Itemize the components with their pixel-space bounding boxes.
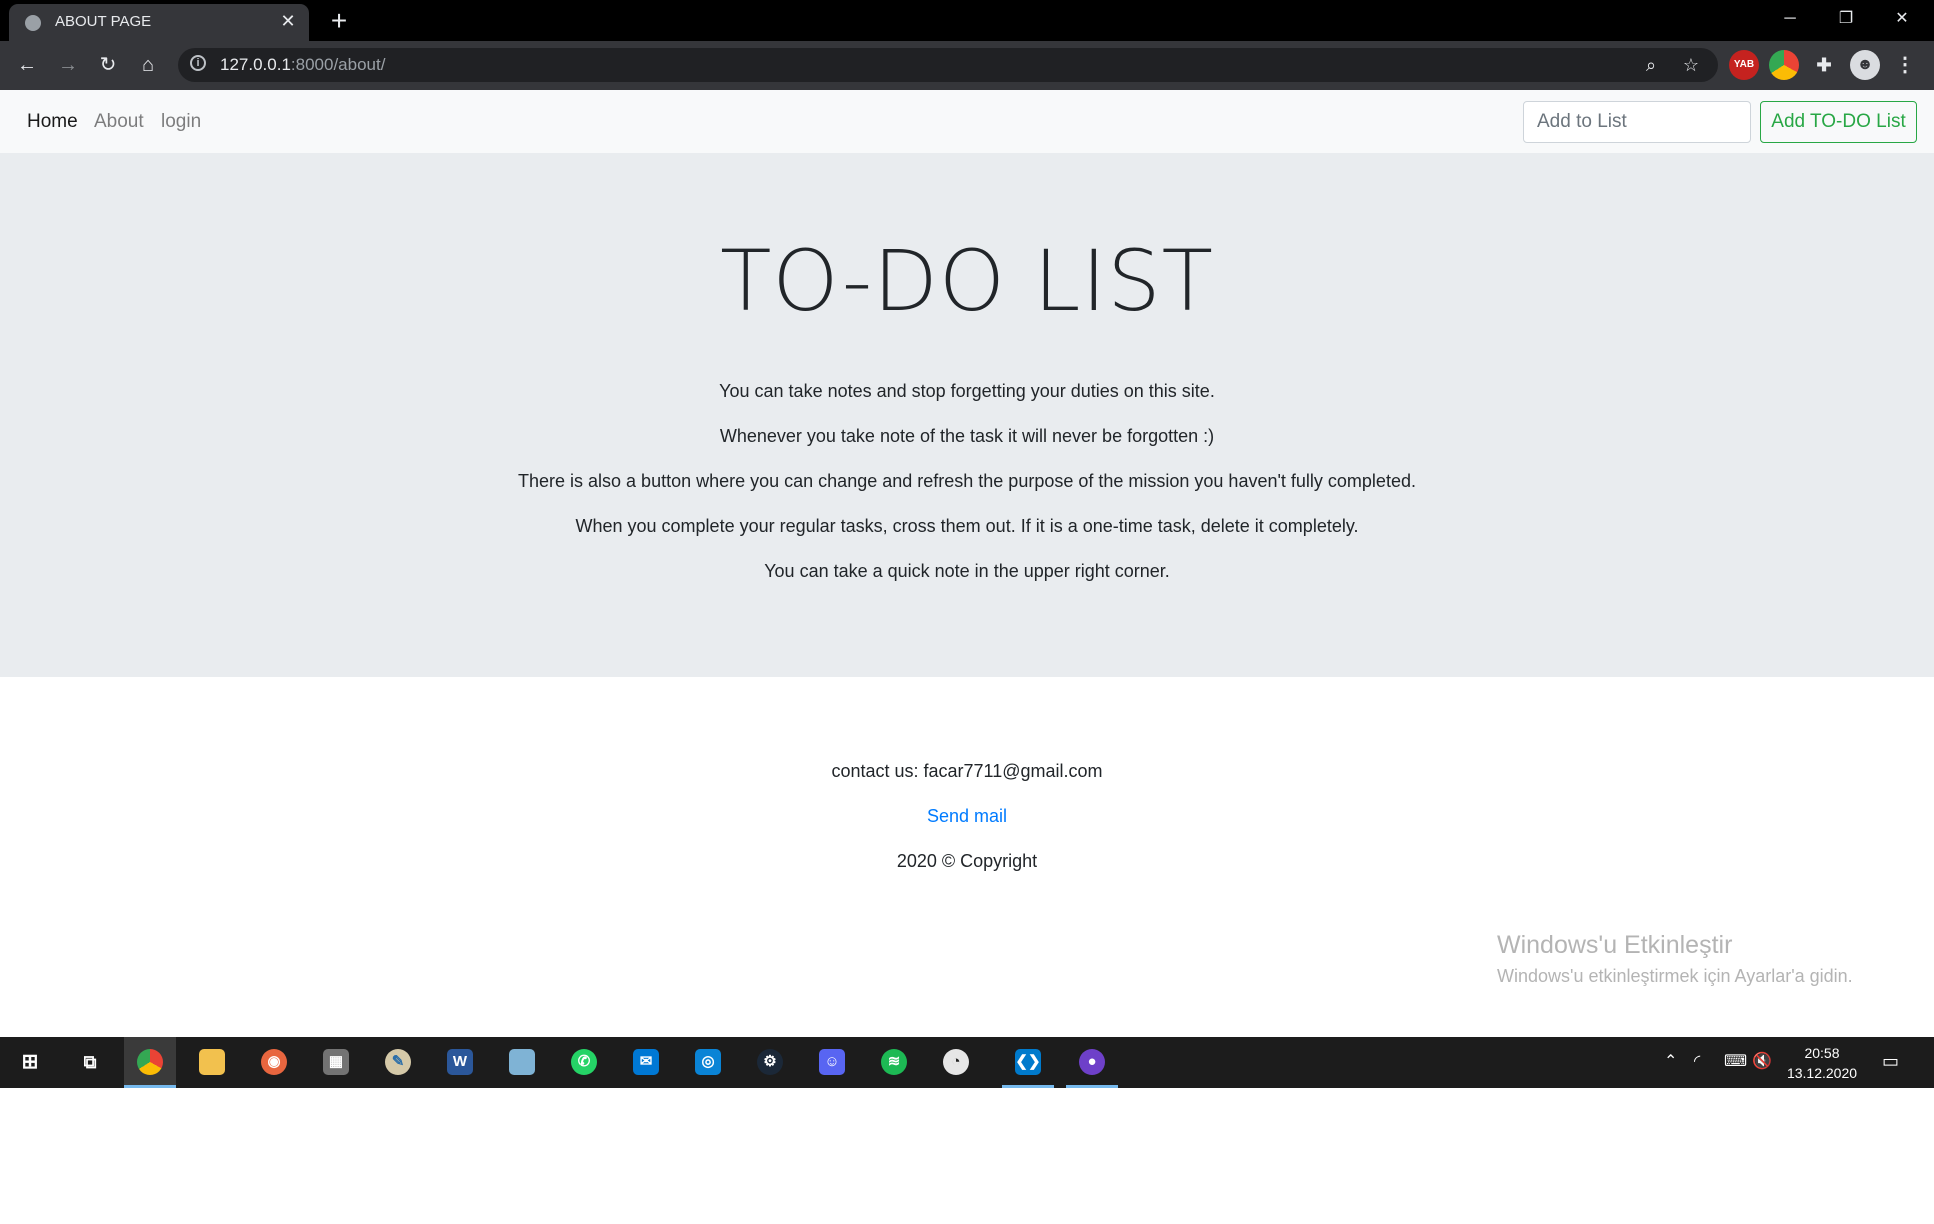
windows-logo-icon: ⊞ — [21, 1051, 39, 1073]
media-player-icon: ◉ — [261, 1049, 287, 1075]
nav-link-login[interactable]: login — [161, 111, 201, 133]
browser-toolbar: ← → ↻ ⌂ i 127.0.0.1:8000/about/ ⌕ ☆ YAB … — [0, 41, 1934, 90]
taskbar-discord[interactable]: ☺ — [806, 1037, 858, 1088]
globe-icon — [25, 15, 41, 31]
minimize-window-button[interactable]: ─ — [1762, 0, 1818, 41]
intro-paragraph: Whenever you take note of the task it wi… — [719, 426, 1215, 446]
address-bar[interactable]: i 127.0.0.1:8000/about/ ⌕ ☆ — [178, 48, 1718, 82]
wifi-icon[interactable]: ◜ — [1694, 1051, 1700, 1071]
folder-icon — [199, 1049, 225, 1075]
site-navbar: Home About login Add TO-DO List — [0, 90, 1934, 153]
kebab-menu-icon[interactable]: ⋮ — [1890, 50, 1920, 80]
restore-window-button[interactable]: ❐ — [1818, 0, 1874, 41]
taskbar-alarms[interactable]: ◔ — [930, 1037, 982, 1088]
chrome-icon — [137, 1049, 163, 1075]
close-tab-icon[interactable]: ✕ — [277, 10, 299, 32]
discord-icon: ☺ — [819, 1049, 845, 1075]
clock-date: 13.12.2020 — [1786, 1065, 1858, 1081]
vscode-icon: ❮❯ — [1015, 1049, 1041, 1075]
intro-paragraph: You can take notes and stop forgetting y… — [719, 381, 1215, 401]
mail-icon: ✉ — [633, 1049, 659, 1075]
bookmark-star-icon[interactable]: ☆ — [1678, 52, 1704, 78]
forward-arrow-icon[interactable]: → — [52, 49, 84, 81]
taskbar-steam[interactable]: ⚙ — [744, 1037, 796, 1088]
yab-extension-icon[interactable]: YAB — [1729, 50, 1759, 80]
home-icon[interactable]: ⌂ — [132, 49, 164, 81]
contact-text: contact us: facar7711@gmail.com — [831, 761, 1103, 781]
close-window-button[interactable]: ✕ — [1874, 0, 1930, 41]
copyright-text: 2020 © Copyright — [896, 851, 1038, 871]
clock-icon: ◔ — [943, 1049, 969, 1075]
calculator-icon: ▦ — [323, 1049, 349, 1075]
back-arrow-icon[interactable]: ← — [11, 49, 43, 81]
start-button[interactable]: ⊞ — [4, 1037, 56, 1088]
word-icon: W — [447, 1049, 473, 1075]
screen: ABOUT PAGE ✕ + ─ ❐ ✕ ← → ↻ ⌂ i 127.0.0.1… — [0, 0, 1934, 1088]
clock-time: 20:58 — [1804, 1045, 1840, 1061]
zoom-icon[interactable]: ⌕ — [1638, 52, 1664, 78]
jumbotron: TO-DO LIST You can take notes and stop f… — [0, 153, 1934, 677]
browser-tab-strip: ABOUT PAGE ✕ + ─ ❐ ✕ — [0, 0, 1934, 41]
taskbar-github-desktop[interactable]: ● — [1066, 1037, 1118, 1088]
nav-link-home[interactable]: Home — [27, 111, 78, 133]
profile-avatar[interactable]: ☻ — [1850, 50, 1880, 80]
notification-center-icon[interactable]: ▭ — [1882, 1051, 1899, 1072]
intro-paragraph: You can take a quick note in the upper r… — [764, 561, 1170, 581]
spotify-icon: ≋ — [881, 1049, 907, 1075]
taskbar-spotify[interactable]: ≋ — [868, 1037, 920, 1088]
whatsapp-icon: ✆ — [571, 1049, 597, 1075]
intro-paragraph: There is also a button where you can cha… — [518, 471, 1416, 491]
site-info-icon[interactable]: i — [190, 55, 206, 71]
taskbar-whatsapp[interactable]: ✆ — [558, 1037, 610, 1088]
taskbar-notes[interactable] — [496, 1037, 548, 1088]
taskbar-media-player[interactable]: ◉ — [248, 1037, 300, 1088]
taskbar-instagram[interactable]: ◎ — [682, 1037, 734, 1088]
tab-title: ABOUT PAGE — [55, 13, 152, 30]
url-text: 127.0.0.1:8000/about/ — [220, 55, 386, 74]
reload-icon[interactable]: ↻ — [92, 49, 124, 81]
nav-link-about[interactable]: About — [94, 111, 144, 133]
steam-icon: ⚙ — [757, 1049, 783, 1075]
taskbar-clock[interactable]: 20:58 13.12.2020 — [1786, 1043, 1858, 1083]
task-view-icon: ⧉ — [83, 1052, 97, 1072]
color-extension-icon[interactable] — [1769, 50, 1799, 80]
browser-tab[interactable]: ABOUT PAGE ✕ — [9, 4, 309, 41]
taskbar-vscode[interactable]: ❮❯ — [1002, 1037, 1054, 1088]
windows-taskbar: ⊞ ⧉ ◉ ▦ ✎ W ✆ ✉ ◎ ⚙ ☺ ≋ ◔ ❮❯ ● ⌃ ◜ ⌨ 🔇 2… — [0, 1037, 1934, 1088]
page-title: TO-DO LIST — [720, 232, 1214, 330]
send-mail-link[interactable]: Send mail — [927, 806, 1007, 826]
add-todo-button[interactable]: Add TO-DO List — [1760, 101, 1917, 143]
github-icon: ● — [1079, 1049, 1105, 1075]
taskbar-mail[interactable]: ✉ — [620, 1037, 672, 1088]
new-tab-button[interactable]: + — [322, 4, 356, 38]
intro-paragraph: When you complete your regular tasks, cr… — [575, 516, 1359, 536]
taskbar-word[interactable]: W — [434, 1037, 486, 1088]
paint-palette-icon: ✎ — [385, 1049, 411, 1075]
tray-chevron-up-icon[interactable]: ⌃ — [1664, 1051, 1677, 1071]
add-to-list-input[interactable] — [1523, 101, 1751, 143]
activation-watermark-subtitle: Windows'u etkinleştirmek için Ayarlar'a … — [1497, 966, 1853, 986]
notes-icon — [509, 1049, 535, 1075]
activation-watermark-title: Windows'u Etkinleştir — [1497, 931, 1733, 959]
taskbar-file-explorer[interactable] — [186, 1037, 238, 1088]
puzzle-extensions-icon[interactable]: ✚ — [1809, 50, 1839, 80]
task-view-button[interactable]: ⧉ — [64, 1037, 116, 1088]
taskbar-paint[interactable]: ✎ — [372, 1037, 424, 1088]
taskbar-chrome[interactable] — [124, 1037, 176, 1088]
volume-muted-icon[interactable]: 🔇 — [1752, 1051, 1772, 1071]
keyboard-input-icon[interactable]: ⌨ — [1724, 1051, 1747, 1071]
camera-icon: ◎ — [695, 1049, 721, 1075]
taskbar-calculator[interactable]: ▦ — [310, 1037, 362, 1088]
